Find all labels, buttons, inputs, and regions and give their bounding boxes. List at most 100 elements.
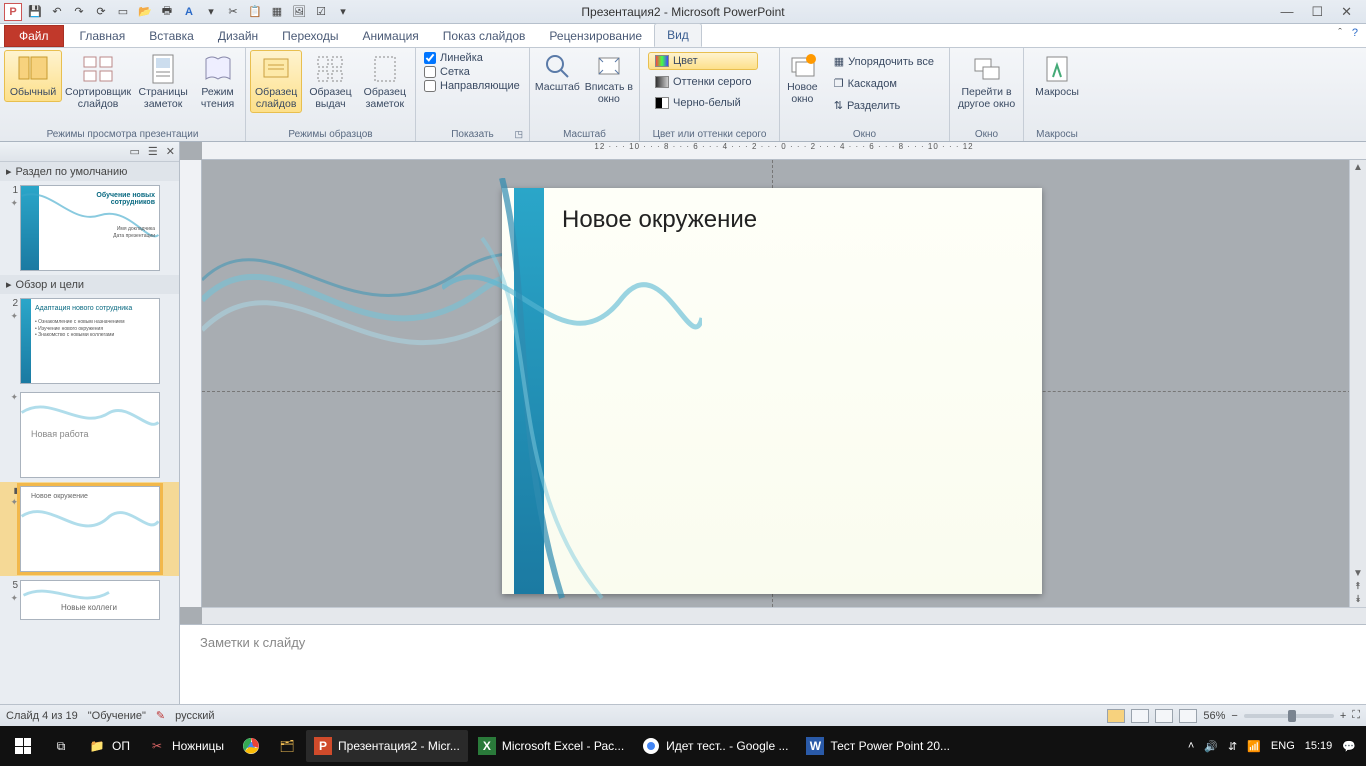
taskbar-item[interactable]: 🗂 — [270, 730, 304, 762]
maximize-button[interactable]: ☐ — [1311, 4, 1323, 20]
guides-checkbox[interactable]: Направляющие — [424, 80, 520, 92]
sorter-view-status-button[interactable] — [1131, 709, 1149, 723]
notes-master-button[interactable]: Образец заметок — [359, 50, 411, 113]
tab-file[interactable]: Файл — [4, 25, 64, 47]
tray-time[interactable]: 15:19 — [1305, 740, 1333, 752]
thumb-row[interactable]: 2✦ Адаптация нового сотрудника • Ознаком… — [0, 294, 179, 388]
ribbon-minimize-icon[interactable]: ˆ — [1338, 27, 1342, 39]
collapse-icon[interactable]: ▸ — [6, 278, 12, 291]
qat-paste-icon[interactable]: 📋 — [246, 3, 264, 21]
volume-icon[interactable]: 🔊 — [1204, 740, 1218, 753]
notifications-icon[interactable]: 💬 — [1342, 740, 1356, 753]
qat-chart-icon[interactable]: ☑ — [312, 3, 330, 21]
qat-save-icon[interactable]: 💾 — [26, 3, 44, 21]
scroll-up-icon[interactable]: ▲ — [1353, 162, 1363, 173]
qat-dd-icon[interactable]: ▾ — [334, 3, 352, 21]
split-button[interactable]: ⇅Разделить — [827, 96, 941, 115]
grayscale-mode-button[interactable]: Оттенки серого — [648, 73, 758, 91]
slide-thumbnail[interactable]: Обучение новых сотрудников Имя докладчик… — [20, 185, 160, 271]
tray-lang[interactable]: ENG — [1271, 740, 1295, 752]
thumb-row[interactable]: ▮✦ Новое окружение — [0, 482, 179, 576]
network-icon[interactable]: ⇵ — [1228, 740, 1237, 753]
slide-thumbnail[interactable]: Новая работа — [20, 392, 160, 478]
taskbar-item[interactable]: XMicrosoft Excel - Рас... — [470, 730, 632, 762]
tray-up-icon[interactable]: ˄ — [1188, 740, 1194, 752]
scroll-down-icon[interactable]: ▼ — [1353, 568, 1363, 579]
thumb-row[interactable]: ✦ Новая работа — [0, 388, 179, 482]
slide-title[interactable]: Новое окружение — [562, 206, 757, 234]
view-notes-button[interactable]: Страницы заметок — [134, 50, 192, 113]
zoom-slider[interactable] — [1244, 714, 1334, 718]
language-status[interactable]: русский — [175, 710, 214, 722]
notes-placeholder[interactable]: Заметки к слайду — [200, 635, 1352, 650]
slide-master-button[interactable]: Образец слайдов — [250, 50, 302, 113]
collapse-icon[interactable]: ▸ — [6, 165, 12, 178]
macros-button[interactable]: Макросы — [1028, 50, 1086, 102]
close-button[interactable]: ✕ — [1341, 4, 1352, 20]
slide-thumbnail[interactable]: Новые коллеги — [20, 580, 160, 620]
ruler-checkbox[interactable]: Линейка — [424, 52, 520, 64]
fit-to-window-status-button[interactable]: ⛶ — [1352, 709, 1360, 722]
slides-tab-icon[interactable]: ☰ — [148, 145, 158, 158]
wifi-icon[interactable]: 📶 — [1247, 740, 1261, 753]
outline-tab-icon[interactable]: ▭ — [130, 145, 140, 158]
next-slide-icon[interactable]: ⯯ — [1355, 594, 1361, 605]
new-window-button[interactable]: Новое окно — [784, 50, 821, 105]
zoom-button[interactable]: Масштаб — [534, 50, 581, 94]
taskbar-item[interactable]: WТест Power Point 20... — [798, 730, 958, 762]
tab-view[interactable]: Вид — [654, 23, 702, 47]
tab-slideshow[interactable]: Показ слайдов — [431, 25, 538, 47]
minimize-button[interactable]: — — [1280, 4, 1293, 20]
color-mode-button[interactable]: Цвет — [648, 52, 758, 70]
normal-view-status-button[interactable] — [1107, 709, 1125, 723]
horizontal-scrollbar[interactable] — [202, 607, 1366, 624]
thumb-row[interactable]: 5✦ Новые коллеги — [0, 576, 179, 624]
slide-thumbnail-selected[interactable]: Новое окружение — [20, 486, 160, 572]
help-icon[interactable]: ? — [1352, 27, 1358, 39]
switch-window-button[interactable]: Перейти в другое окно — [954, 50, 1019, 113]
notes-pane[interactable]: Заметки к слайду — [180, 624, 1366, 704]
zoom-in-button[interactable]: + — [1340, 710, 1346, 722]
taskbar-item-active[interactable]: PПрезентация2 - Micr... — [306, 730, 468, 762]
slide-thumbnail[interactable]: Адаптация нового сотрудника • Ознакомлен… — [20, 298, 160, 384]
vertical-ruler[interactable] — [180, 160, 202, 607]
tab-review[interactable]: Рецензирование — [537, 25, 654, 47]
slideshow-status-button[interactable] — [1179, 709, 1197, 723]
close-panel-icon[interactable]: ✕ — [166, 145, 175, 158]
panel-scroll[interactable]: ▸Раздел по умолчанию 1✦ Обучение новых с… — [0, 162, 179, 704]
prev-slide-icon[interactable]: ⯭ — [1355, 581, 1361, 592]
qat-table-icon[interactable]: ▦ — [268, 3, 286, 21]
tab-home[interactable]: Главная — [68, 25, 138, 47]
qat-spell-icon[interactable]: A — [180, 3, 198, 21]
tab-transitions[interactable]: Переходы — [270, 25, 350, 47]
tab-design[interactable]: Дизайн — [206, 25, 270, 47]
qat-refresh-icon[interactable]: ⟳ — [92, 3, 110, 21]
dialog-launcher-icon[interactable]: ◳ — [514, 129, 523, 140]
qat-newdoc-icon[interactable]: ▭ — [114, 3, 132, 21]
slide-canvas[interactable]: Новое окружение ▲ ▼ ⯭ ⯯ — [202, 160, 1366, 607]
taskbar-item[interactable]: 📁ОП — [80, 730, 138, 762]
start-button[interactable] — [4, 730, 42, 762]
zoom-out-button[interactable]: − — [1231, 710, 1237, 722]
reading-view-status-button[interactable] — [1155, 709, 1173, 723]
section-header[interactable]: ▸Раздел по умолчанию — [0, 162, 179, 181]
arrange-all-button[interactable]: ▦Упорядочить все — [827, 52, 941, 71]
qat-undo-icon[interactable]: ↶ — [48, 3, 66, 21]
spell-status-icon[interactable]: ✎ — [156, 709, 165, 722]
section-header[interactable]: ▸Обзор и цели — [0, 275, 179, 294]
view-normal-button[interactable]: Обычный — [4, 50, 62, 102]
horizontal-ruler[interactable]: 12 · · · 10 · · · 8 · · · 6 · · · 4 · · … — [202, 142, 1366, 160]
task-view-button[interactable]: ⧉ — [44, 730, 78, 762]
tab-insert[interactable]: Вставка — [137, 25, 206, 47]
qat-cut-icon[interactable]: ✂ — [224, 3, 242, 21]
taskbar-item[interactable]: ✂Ножницы — [140, 730, 232, 762]
cascade-button[interactable]: ❐Каскадом — [827, 74, 941, 93]
taskbar-item[interactable]: Идет тест.. - Google ... — [634, 730, 796, 762]
tab-animation[interactable]: Анимация — [350, 25, 430, 47]
grid-checkbox[interactable]: Сетка — [424, 66, 520, 78]
qat-pic-icon[interactable]: 🖼 — [290, 3, 308, 21]
taskbar-item[interactable] — [234, 730, 268, 762]
fit-window-button[interactable]: Вписать в окно — [583, 50, 635, 105]
qat-redo-icon[interactable]: ↷ — [70, 3, 88, 21]
view-sorter-button[interactable]: Сортировщик слайдов — [64, 50, 132, 113]
